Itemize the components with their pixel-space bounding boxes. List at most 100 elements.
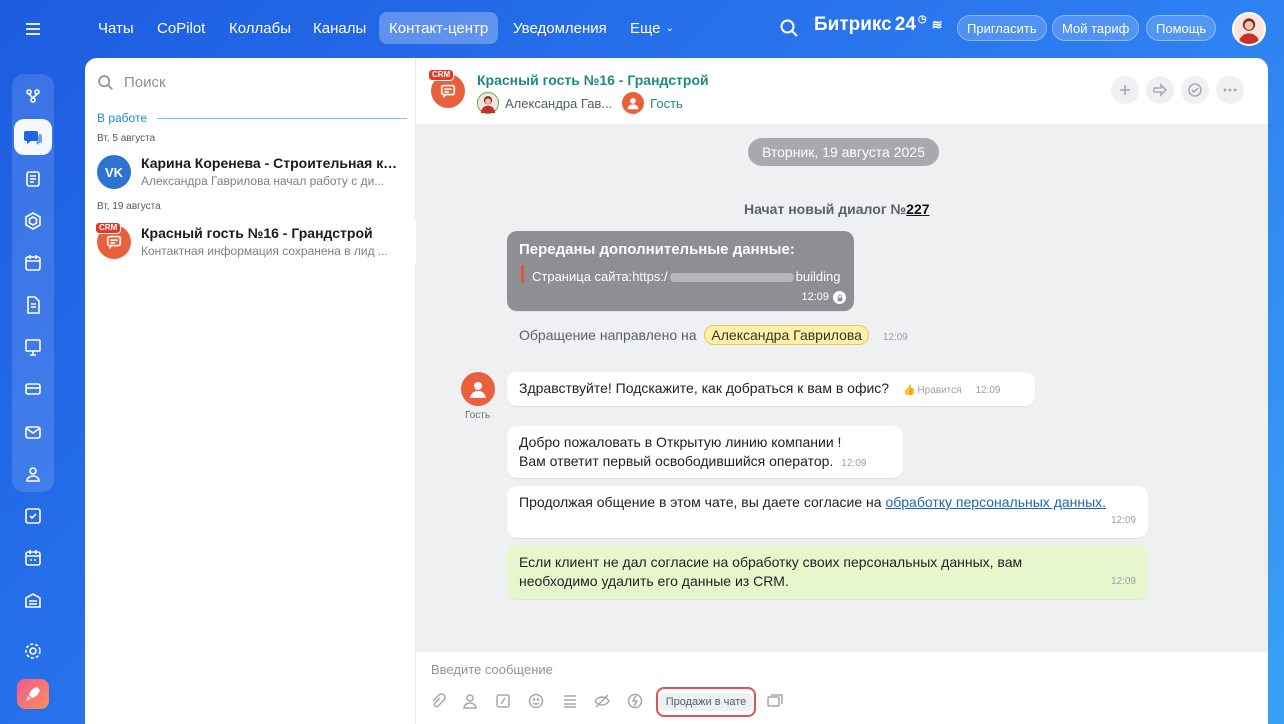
sliders-icon: ≋ <box>931 17 943 32</box>
forward-icon[interactable] <box>1146 76 1174 104</box>
form-icon[interactable] <box>561 692 579 710</box>
brand-name: Битрикс <box>814 14 892 35</box>
dialog-number[interactable]: 227 <box>906 201 929 217</box>
calendar-icon[interactable] <box>14 245 52 281</box>
checkbox-icon[interactable] <box>14 498 52 534</box>
add-icon[interactable] <box>1111 76 1139 104</box>
settings-icon[interactable] <box>14 633 52 669</box>
consent-link[interactable]: обработку персональных данных. <box>885 494 1106 510</box>
chats-icon[interactable] <box>14 119 52 155</box>
search-input[interactable]: Поиск <box>124 74 166 91</box>
contact-icon[interactable] <box>461 692 479 710</box>
message-time: 12:09 <box>801 291 829 303</box>
chat-panel: CRM Красный гость №16 - Грандстрой Алекс… <box>416 58 1268 724</box>
clock-icon: ◷ <box>917 13 927 25</box>
tariff-button[interactable]: Мой тариф <box>1052 15 1140 41</box>
page-url-end[interactable]: building <box>796 269 841 284</box>
hide-icon[interactable] <box>593 692 611 710</box>
nav-more-label: Еще <box>630 19 661 37</box>
attach-icon[interactable] <box>428 692 446 710</box>
routed-operator[interactable]: Александра Гаврилова <box>704 325 869 345</box>
nav-channels[interactable]: Каналы <box>303 12 376 44</box>
more-icon[interactable] <box>1216 76 1244 104</box>
chat-subtitle: Контактная информация сохранена в лид ..… <box>141 244 388 258</box>
message-time: 12:09 <box>1110 576 1136 587</box>
left-sidebar <box>0 0 68 724</box>
warehouse-icon[interactable] <box>14 582 52 618</box>
chat-participants: Александра Гав... Гость <box>477 92 683 114</box>
date-label: Вт, 19 августа <box>97 201 161 212</box>
page-url-label: Страница сайта: <box>532 269 633 284</box>
search-box[interactable]: Поиск <box>97 74 166 91</box>
tasks-list-icon[interactable] <box>14 161 52 197</box>
message-time: 12:09 <box>841 458 867 469</box>
routed-line: Обращение направлено на Александра Гаври… <box>519 325 908 345</box>
sites-icon[interactable] <box>14 329 52 365</box>
vk-icon: VK <box>97 155 131 189</box>
rocket-icon[interactable] <box>17 679 49 709</box>
consent-message: Продолжая общение в этом чате, вы даете … <box>507 486 1148 538</box>
nav-more[interactable]: Еще ⌄ <box>620 12 684 44</box>
documents-icon[interactable] <box>14 287 52 323</box>
quick-answers-icon[interactable] <box>494 692 512 710</box>
guest-avatar[interactable] <box>461 372 495 406</box>
welcome-line-1: Добро пожаловать в Открытую линию компан… <box>519 434 842 450</box>
menu-icon[interactable] <box>14 11 52 47</box>
composer: Введите сообщение Продажи в чате <box>416 652 1268 724</box>
employees-icon[interactable] <box>14 456 52 492</box>
consent-text: Продолжая общение в этом чате, вы даете … <box>519 494 886 510</box>
crm-icon[interactable] <box>14 203 52 239</box>
help-button[interactable]: Помощь <box>1146 15 1217 41</box>
system-data-title: Переданы дополнительные данные: <box>519 241 795 258</box>
page-url-line: Страница сайта:https:/ building <box>532 267 840 286</box>
chat-header: CRM Красный гость №16 - Грандстрой Алекс… <box>416 58 1268 124</box>
brand-logo[interactable]: Битрикс 24 ◷ ≋ <box>814 14 943 36</box>
quote-bar <box>521 265 524 283</box>
like-icon[interactable]: 👍 <box>903 385 915 396</box>
chevron-down-icon: ⌄ <box>665 22 674 34</box>
page-url-start[interactable]: https:/ <box>632 269 667 284</box>
like-label[interactable]: Нравится <box>917 385 961 396</box>
screen-icon[interactable] <box>766 692 784 710</box>
system-data-message: Переданы дополнительные данные: Страница… <box>507 231 854 311</box>
schedule-icon[interactable] <box>14 540 52 576</box>
guest-name[interactable]: Гость <box>650 96 683 111</box>
invite-button[interactable]: Пригласить <box>957 15 1047 41</box>
system-data-meta: 12:09 <box>801 288 846 307</box>
message-time: 12:09 <box>882 332 908 343</box>
message-input[interactable]: Введите сообщение <box>431 662 553 677</box>
nav-chats[interactable]: Чаты <box>88 12 144 44</box>
finish-icon[interactable] <box>1181 76 1209 104</box>
feed-icon[interactable] <box>14 78 52 114</box>
list-item[interactable]: CRM Красный гость №16 - Грандстрой Конта… <box>85 219 416 265</box>
mail-icon[interactable] <box>14 414 52 450</box>
lightning-icon[interactable] <box>626 692 644 710</box>
welcome-line-2: Вам ответит первый освободившийся операт… <box>519 452 891 473</box>
operator-avatar <box>477 92 499 114</box>
list-item[interactable]: VK Карина Коренева - Строительная ко... … <box>85 149 416 195</box>
group-header: В работе <box>97 111 407 125</box>
page-url-blurred <box>669 273 794 283</box>
user-avatar[interactable] <box>1232 12 1266 46</box>
dialog-started: Начат новый диалог №227 <box>744 201 930 217</box>
sales-in-chat-button[interactable]: Продажи в чате <box>656 687 756 717</box>
chat-title: Карина Коренева - Строительная ко... <box>141 155 403 171</box>
store-icon[interactable] <box>14 371 52 407</box>
lock-icon <box>833 291 846 304</box>
operator-name[interactable]: Александра Гав... <box>505 96 612 111</box>
nav-notifications[interactable]: Уведомления <box>503 12 617 44</box>
crm-badge: CRM <box>428 69 455 81</box>
nav-contact-center[interactable]: Контакт-центр <box>379 12 499 44</box>
chat-title[interactable]: Красный гость №16 - Грандстрой <box>477 72 709 88</box>
emoji-icon[interactable] <box>527 692 545 710</box>
chat-list-panel: Поиск В работе Вт, 5 августа VK Карина К… <box>85 58 416 724</box>
search-icon[interactable] <box>779 18 799 38</box>
group-label: В работе <box>97 111 148 125</box>
message-time: 12:09 <box>975 385 1001 396</box>
nav-collabs[interactable]: Коллабы <box>219 12 301 44</box>
nav-copilot[interactable]: CoPilot <box>147 12 215 44</box>
guest-avatar <box>622 92 645 114</box>
message-area: Вторник, 19 августа 2025 Начат новый диа… <box>416 124 1268 652</box>
routed-text: Обращение направлено на <box>519 327 697 343</box>
date-label: Вт, 5 августа <box>97 133 156 144</box>
